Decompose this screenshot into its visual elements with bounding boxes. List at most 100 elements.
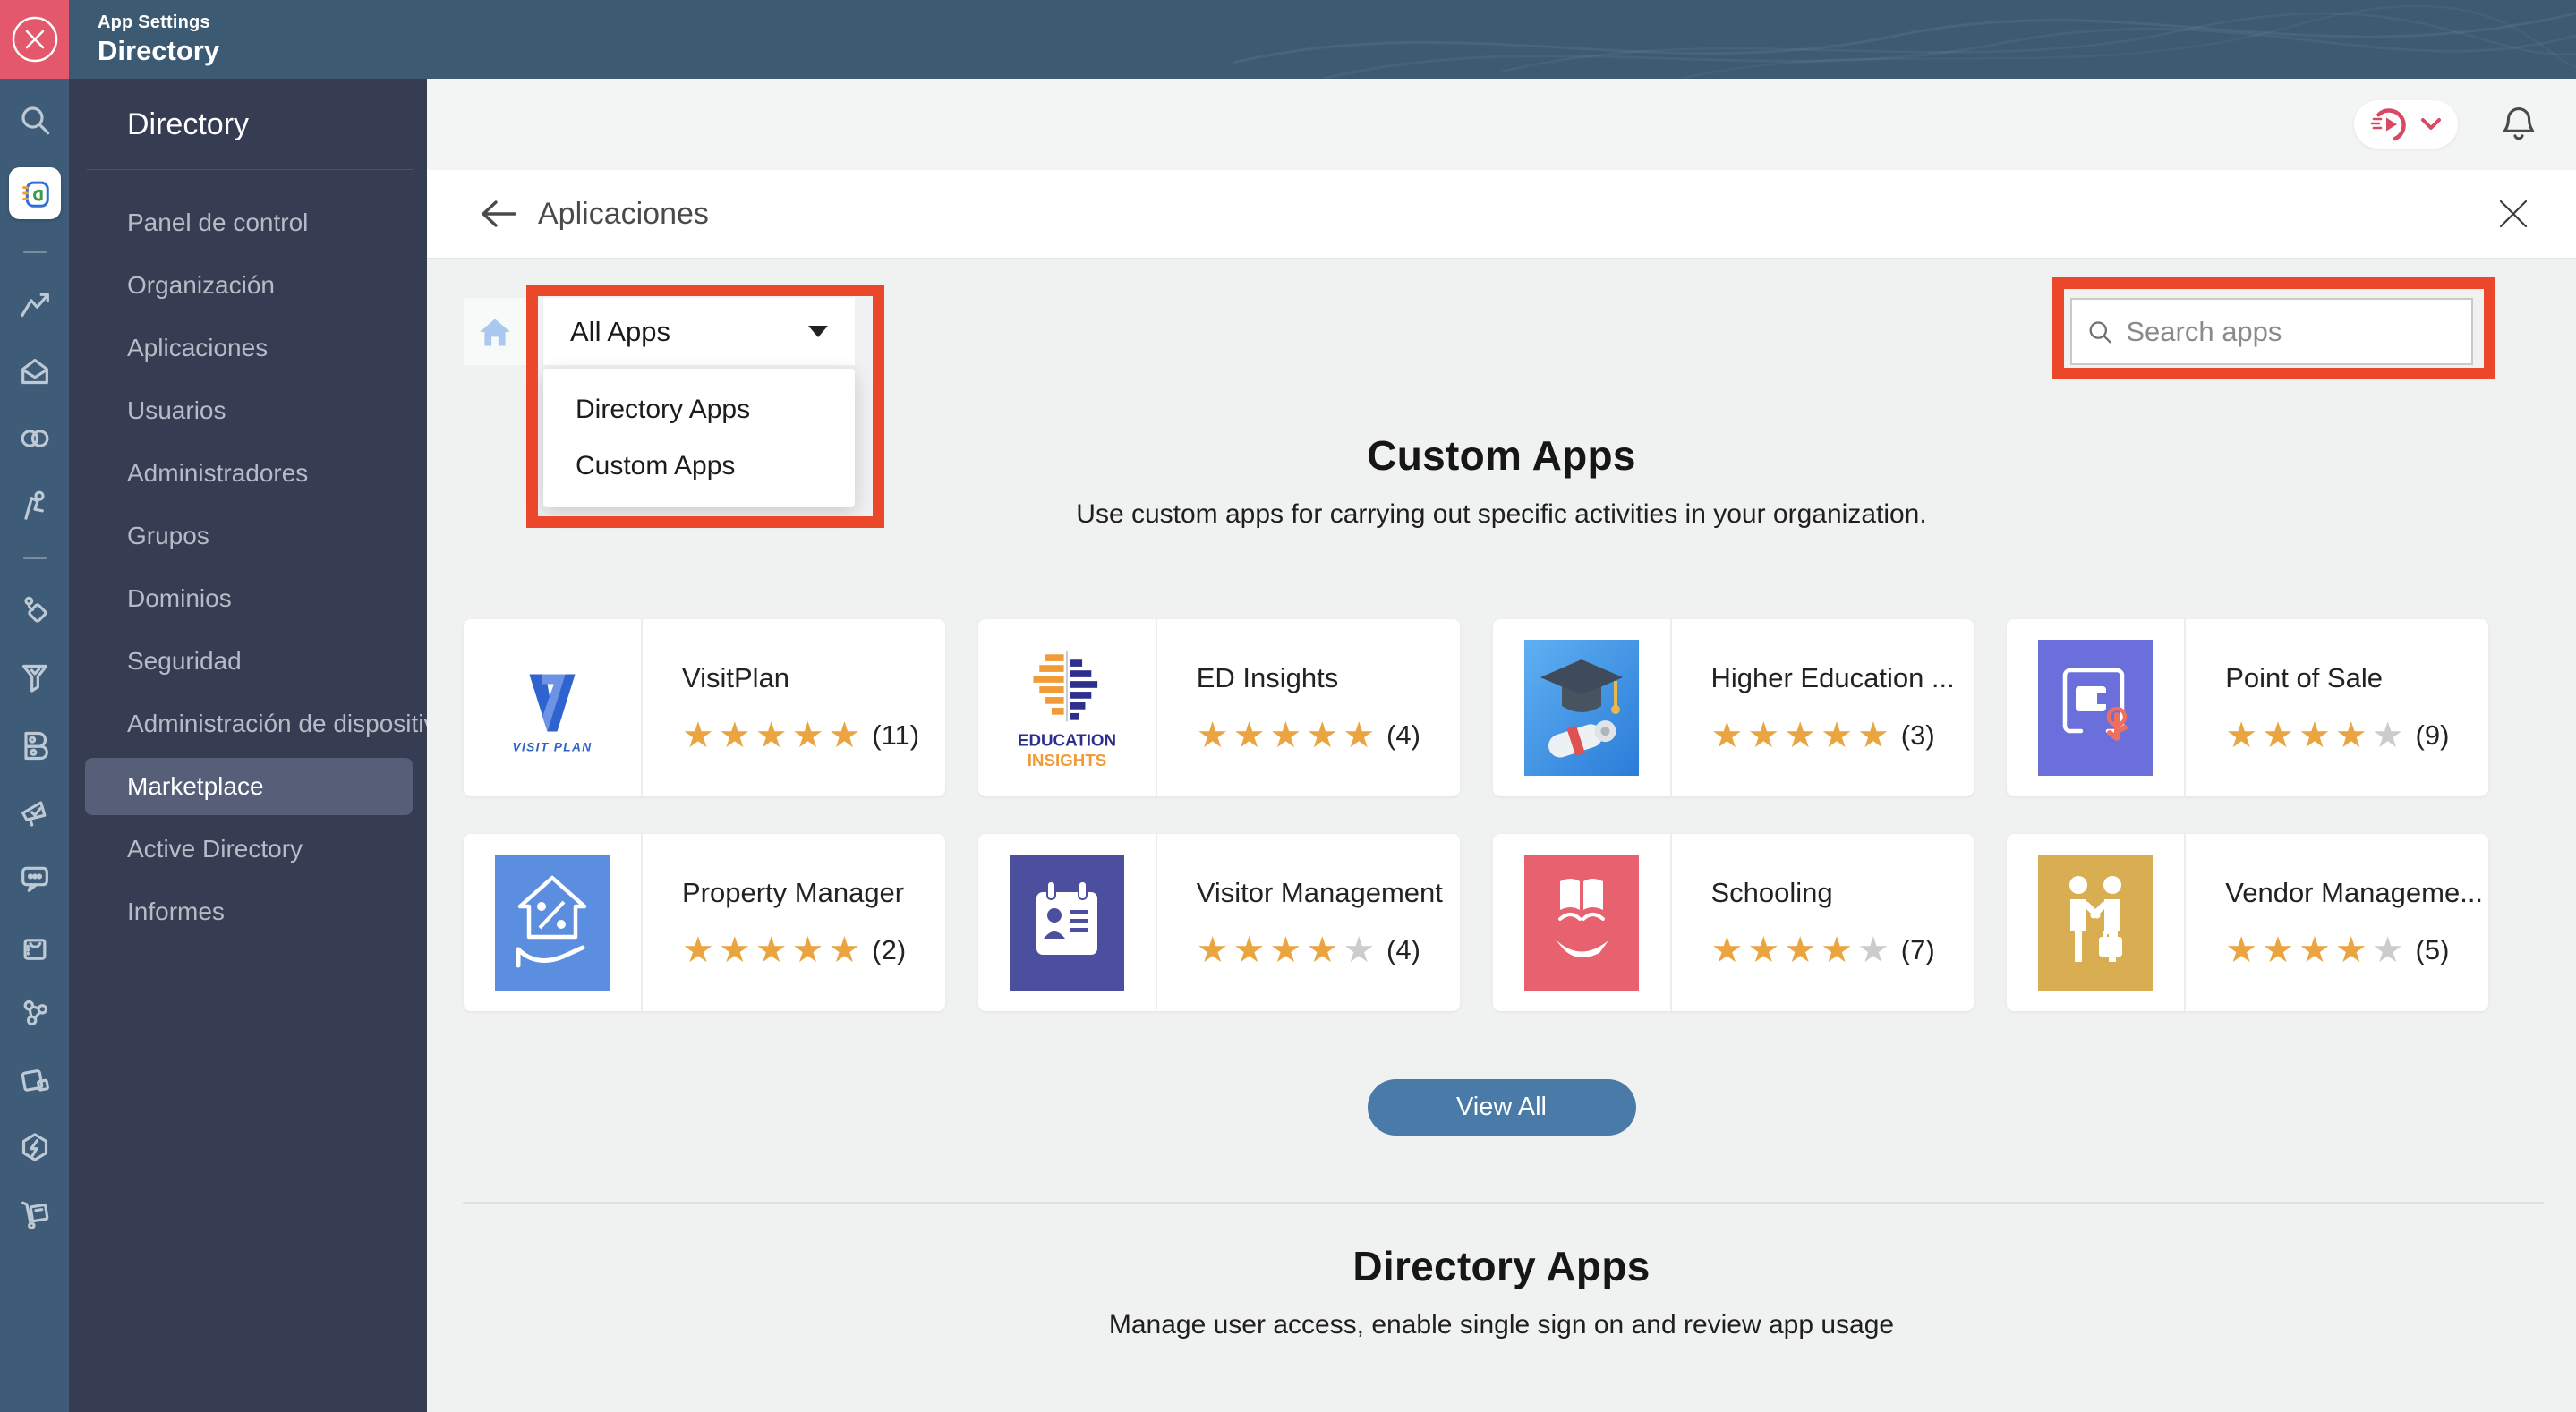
- visitplan-logo: VISIT PLAN: [495, 641, 610, 775]
- analytics-icon[interactable]: [15, 285, 55, 324]
- link-icon[interactable]: [15, 419, 55, 458]
- trial-account-button[interactable]: [2354, 100, 2458, 149]
- review-count: (11): [872, 719, 920, 751]
- app-rating: ★★★★★ (9): [2225, 718, 2488, 753]
- app-card-property[interactable]: Property Manager ★★★★★ (2): [464, 834, 945, 1011]
- app-card-visitplan[interactable]: VISIT PLAN VisitPlan ★★★★★ (11): [464, 619, 945, 796]
- sidebar-item-organizaci-n[interactable]: Organización: [69, 254, 427, 317]
- rail-divider: [22, 557, 47, 559]
- app-logo: [1493, 619, 1672, 796]
- apps-filter-select[interactable]: All Apps: [543, 298, 855, 365]
- app-card-visitor[interactable]: Visitor Management ★★★★★ (4): [977, 834, 1460, 1011]
- app-rating: ★★★★★ (5): [2225, 932, 2488, 968]
- sidebar-header: Directory: [69, 79, 427, 170]
- content-area: All Apps Directory Apps Custom Apps Custo…: [427, 259, 2576, 1410]
- app-name: Point of Sale: [2225, 662, 2384, 693]
- caret-down-icon: [808, 326, 828, 337]
- commerce-bag-icon[interactable]: [15, 926, 55, 965]
- review-count: (7): [1900, 934, 1935, 965]
- flow-hexagon-icon[interactable]: [15, 1127, 55, 1167]
- sidebar-item-label: Dominios: [127, 584, 232, 612]
- sidebar-item-administraci-n-de-dispositivos[interactable]: Administración de dispositivos: [69, 693, 427, 755]
- app-close-button[interactable]: [0, 0, 69, 79]
- magnifier-icon: [2089, 320, 2111, 344]
- app-logo: VISIT PLAN: [464, 619, 643, 796]
- sidebar-item-aplicaciones[interactable]: Aplicaciones: [69, 317, 427, 379]
- recruit-funnel-icon[interactable]: [15, 658, 55, 697]
- chevron-down-icon: [2421, 118, 2441, 130]
- app-name: Visitor Management: [1196, 877, 1443, 908]
- review-count: (4): [1386, 719, 1420, 751]
- main-area: Aplicaciones All Apps Directory Apps Cust…: [427, 79, 2576, 1412]
- dropdown-option-custom-apps[interactable]: Custom Apps: [543, 451, 855, 481]
- sidebar-item-label: Aplicaciones: [127, 334, 269, 362]
- sidebar-item-informes[interactable]: Informes: [69, 880, 427, 943]
- pos-logo: [2038, 640, 2154, 776]
- sidebar-item-grupos[interactable]: Grupos: [69, 505, 427, 567]
- star-rating: ★★★★★: [1710, 931, 1894, 970]
- circle-x-icon: [12, 16, 57, 63]
- sidebar-item-label: Active Directory: [127, 835, 303, 863]
- svg-text:EDUCATION: EDUCATION: [1018, 731, 1116, 750]
- app-name: Property Manager: [682, 877, 905, 908]
- view-all-button[interactable]: View All: [1367, 1079, 1636, 1136]
- app-rail: [0, 79, 69, 1412]
- review-count: (2): [872, 934, 907, 965]
- campaigns-megaphone-icon[interactable]: [15, 792, 55, 831]
- share-nodes-icon[interactable]: [15, 993, 55, 1033]
- books-icon[interactable]: [15, 725, 55, 764]
- property-logo: [495, 855, 610, 991]
- sidebar-item-label: Panel de control: [127, 208, 309, 236]
- sidebar-item-label: Administradores: [127, 459, 309, 487]
- cliq-chat-icon[interactable]: [15, 859, 55, 898]
- topbar: [427, 79, 2576, 170]
- app-logo: [2007, 834, 2187, 1011]
- sidebar-item-dominios[interactable]: Dominios: [69, 567, 427, 630]
- section-divider: [463, 1202, 2544, 1204]
- page-title: Aplicaciones: [538, 196, 709, 231]
- app-rating: ★★★★★ (2): [682, 932, 945, 968]
- home-icon[interactable]: [464, 298, 526, 365]
- app-name: Vendor Manageme...: [2225, 877, 2484, 908]
- connect-icon[interactable]: [15, 591, 55, 630]
- star-rating: ★★★★★: [1710, 716, 1894, 755]
- app-rating: ★★★★★ (3): [1711, 718, 1975, 753]
- sidebar-item-label: Informes: [127, 897, 225, 925]
- sidebar-item-administradores[interactable]: Administradores: [69, 442, 427, 505]
- inventory-trolley-icon[interactable]: [15, 1195, 55, 1234]
- sidebar-item-label: Grupos: [127, 522, 209, 549]
- edinsights-logo: EDUCATION INSIGHTS: [1010, 641, 1124, 775]
- back-arrow-icon[interactable]: [479, 194, 518, 234]
- people-icon[interactable]: [15, 486, 55, 525]
- app-logo: [978, 834, 1157, 1011]
- dropdown-option-directory-apps[interactable]: Directory Apps: [543, 395, 855, 425]
- app-card-schooling[interactable]: Schooling ★★★★★ (7): [1492, 834, 1975, 1011]
- app-card-edinsights[interactable]: EDUCATION INSIGHTS ED Insights ★★★★★ (4): [977, 619, 1460, 796]
- learn-layers-icon[interactable]: [15, 1060, 55, 1100]
- search-apps-box[interactable]: [2070, 298, 2473, 365]
- app-card-highered[interactable]: Higher Education ... ★★★★★ (3): [1492, 619, 1975, 796]
- highered-logo: [1523, 640, 1639, 776]
- star-rating: ★★★★★: [682, 716, 866, 755]
- directory-apps-title: Directory Apps: [1352, 1243, 1651, 1289]
- close-icon[interactable]: [2494, 194, 2533, 234]
- directory-apps-subtitle: Manage user access, enable single sign o…: [1108, 1310, 1895, 1340]
- search-apps-input[interactable]: [2126, 315, 2457, 348]
- app-name: VisitPlan: [682, 662, 790, 693]
- app-card-pos[interactable]: Point of Sale ★★★★★ (9): [2007, 619, 2488, 796]
- directory-apps-section-head: Directory Apps Manage user access, enabl…: [427, 1242, 2576, 1340]
- notifications-bell-icon[interactable]: [2499, 104, 2538, 145]
- mail-icon[interactable]: [15, 352, 55, 391]
- star-rating: ★★★★★: [682, 931, 866, 970]
- search-icon[interactable]: [15, 100, 55, 140]
- sidebar-item-usuarios[interactable]: Usuarios: [69, 379, 427, 442]
- sidebar-item-marketplace[interactable]: Marketplace: [85, 758, 413, 815]
- sidebar-item-seguridad[interactable]: Seguridad: [69, 630, 427, 693]
- sidebar-item-panel-de-control[interactable]: Panel de control: [69, 191, 427, 254]
- directory-app-icon[interactable]: [8, 167, 61, 219]
- custom-apps-grid: VISIT PLAN VisitPlan ★★★★★ (11) EDUCATIO…: [464, 619, 2488, 1011]
- page-header: Aplicaciones: [427, 170, 2576, 259]
- sidebar-item-active-directory[interactable]: Active Directory: [69, 818, 427, 880]
- review-count: (3): [1900, 719, 1935, 751]
- app-card-vendor[interactable]: Vendor Manageme... ★★★★★ (5): [2007, 834, 2488, 1011]
